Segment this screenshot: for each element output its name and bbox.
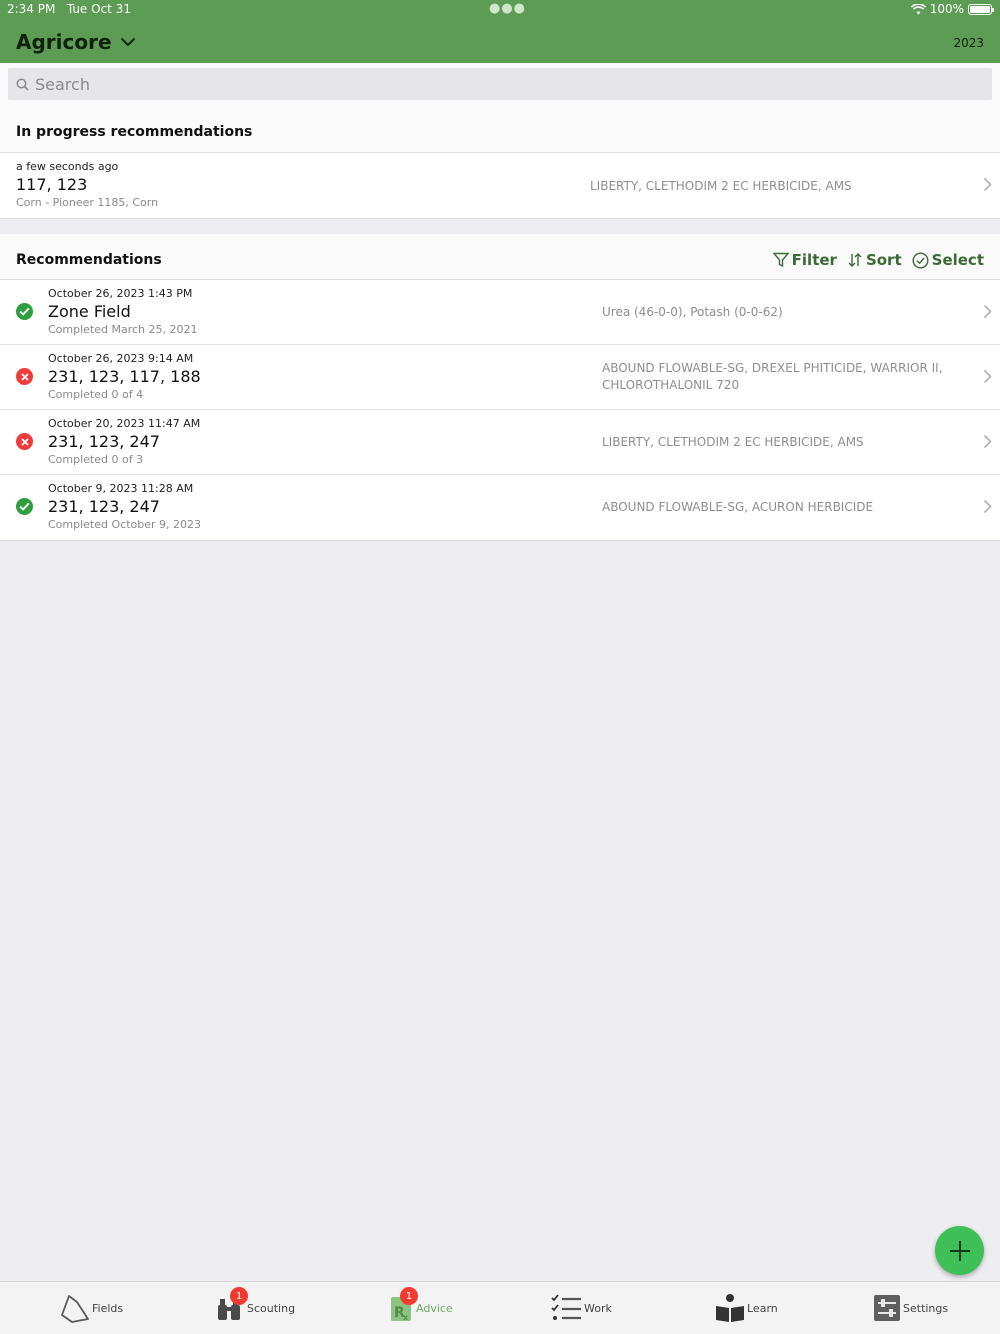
- incomplete-status-icon: [16, 433, 33, 450]
- row-date: October 26, 2023 1:43 PM: [48, 287, 193, 300]
- row-products: LIBERTY, CLETHODIM 2 EC HERBICIDE, AMS: [590, 179, 852, 193]
- complete-status-icon: [16, 498, 33, 515]
- recommendation-row[interactable]: October 9, 2023 11:28 AM 231, 123, 247 C…: [0, 475, 1000, 540]
- recommendations-title: Recommendations: [16, 252, 162, 268]
- row-title: 231, 123, 247: [48, 497, 160, 516]
- recommendation-row[interactable]: October 20, 2023 11:47 AM 231, 123, 247 …: [0, 410, 1000, 475]
- row-products: ABOUND FLOWABLE-SG, DREXEL PHITICIDE, WA…: [602, 361, 943, 392]
- filter-button[interactable]: Filter: [772, 251, 837, 269]
- add-recommendation-button[interactable]: [935, 1226, 984, 1275]
- row-time: a few seconds ago: [16, 160, 119, 173]
- row-title: 231, 123, 247: [48, 432, 160, 451]
- checklist-icon: [551, 1294, 581, 1320]
- year-selector[interactable]: 2023: [953, 36, 984, 50]
- search-box[interactable]: [8, 68, 992, 100]
- advice-badge: 1: [400, 1287, 418, 1305]
- tab-bar: Fields 1 Scouting R x 1 Advice Work Lear…: [0, 1281, 1000, 1334]
- status-indicators: 100%: [910, 2, 994, 16]
- row-products: Urea (46-0-0), Potash (0-0-62): [602, 305, 783, 319]
- settings-icon: [874, 1295, 900, 1321]
- tab-label: Fields: [92, 1301, 124, 1315]
- row-completion: Completed March 25, 2021: [48, 323, 198, 336]
- tab-work[interactable]: Work: [550, 1292, 612, 1324]
- check-circle-icon: [912, 251, 929, 269]
- tab-fields[interactable]: Fields: [60, 1292, 123, 1324]
- row-crop: Corn - Pioneer 1185, Corn: [16, 196, 159, 209]
- tab-scouting[interactable]: 1 Scouting: [215, 1287, 296, 1324]
- tab-settings[interactable]: Settings: [873, 1292, 948, 1324]
- recommendations-list: October 26, 2023 1:43 PM Zone Field Comp…: [0, 279, 1000, 541]
- row-title: 231, 123, 117, 188: [48, 367, 201, 386]
- scouting-badge: 1: [230, 1287, 248, 1305]
- filter-label: Filter: [791, 251, 837, 269]
- binoculars-icon: 1: [215, 1287, 248, 1323]
- chevron-right-icon: [983, 369, 992, 384]
- filter-icon: [772, 252, 789, 268]
- rx-icon: R x 1: [388, 1287, 418, 1323]
- chevron-right-icon: [983, 499, 992, 514]
- recommendation-row[interactable]: October 26, 2023 9:14 AM 231, 123, 117, …: [0, 345, 1000, 410]
- sort-icon: [848, 253, 862, 267]
- wifi-icon: [910, 3, 926, 14]
- row-date: October 26, 2023 9:14 AM: [48, 352, 194, 365]
- select-label: Select: [931, 251, 984, 269]
- svg-text:x: x: [403, 1313, 409, 1322]
- chevron-down-icon: [120, 37, 135, 47]
- chevron-right-icon: [983, 177, 992, 192]
- row-title: 117, 123: [16, 175, 88, 194]
- search-icon: [16, 78, 29, 91]
- in-progress-row[interactable]: a few seconds ago 117, 123 Corn - Pionee…: [0, 153, 1000, 218]
- app-header: 2:34 PM Tue Oct 31 ●●● 100% Agricore 202…: [0, 0, 1000, 63]
- chevron-right-icon: [983, 434, 992, 449]
- multitasking-dots-icon[interactable]: ●●●: [489, 1, 526, 16]
- complete-status-icon: [16, 303, 33, 320]
- incomplete-status-icon: [16, 368, 33, 385]
- select-button[interactable]: Select: [912, 251, 984, 269]
- tab-label: Learn: [747, 1301, 778, 1315]
- book-icon: [716, 1294, 744, 1322]
- app-switcher[interactable]: Agricore: [16, 30, 136, 54]
- battery-percent: 100%: [929, 2, 964, 16]
- tab-label: Scouting: [247, 1301, 296, 1315]
- tab-label: Settings: [903, 1301, 949, 1315]
- in-progress-list: a few seconds ago 117, 123 Corn - Pionee…: [0, 152, 1000, 219]
- row-completion: Completed October 9, 2023: [48, 518, 201, 531]
- in-progress-title: In progress recommendations: [16, 124, 253, 140]
- plus-icon: [949, 1240, 970, 1261]
- row-date: October 9, 2023 11:28 AM: [48, 482, 194, 495]
- recommendations-actions: Filter Sort Select: [772, 251, 984, 269]
- row-products: ABOUND FLOWABLE-SG, ACURON HERBICIDE: [602, 500, 874, 514]
- sort-label: Sort: [865, 251, 902, 269]
- tab-learn[interactable]: Learn: [715, 1292, 778, 1324]
- sort-button[interactable]: Sort: [847, 251, 902, 269]
- in-progress-header: In progress recommendations: [0, 106, 1000, 153]
- search-bar: [0, 63, 1000, 106]
- tab-label: Work: [584, 1301, 612, 1315]
- row-date: October 20, 2023 11:47 AM: [48, 417, 201, 430]
- row-completion: Completed 0 of 4: [48, 388, 144, 401]
- row-title: Zone Field: [48, 302, 131, 321]
- tab-advice[interactable]: R x 1 Advice: [388, 1287, 453, 1324]
- battery-icon: [968, 3, 994, 15]
- recommendation-row[interactable]: October 26, 2023 1:43 PM Zone Field Comp…: [0, 280, 1000, 345]
- tab-label: Advice: [416, 1301, 453, 1315]
- chevron-right-icon: [983, 304, 992, 319]
- fields-icon: [61, 1295, 89, 1323]
- row-products: LIBERTY, CLETHODIM 2 EC HERBICIDE, AMS: [602, 435, 864, 449]
- row-completion: Completed 0 of 3: [48, 453, 144, 466]
- app-title: Agricore: [16, 30, 112, 54]
- status-time: 2:34 PM Tue Oct 31: [7, 2, 131, 16]
- search-input[interactable]: [35, 74, 935, 94]
